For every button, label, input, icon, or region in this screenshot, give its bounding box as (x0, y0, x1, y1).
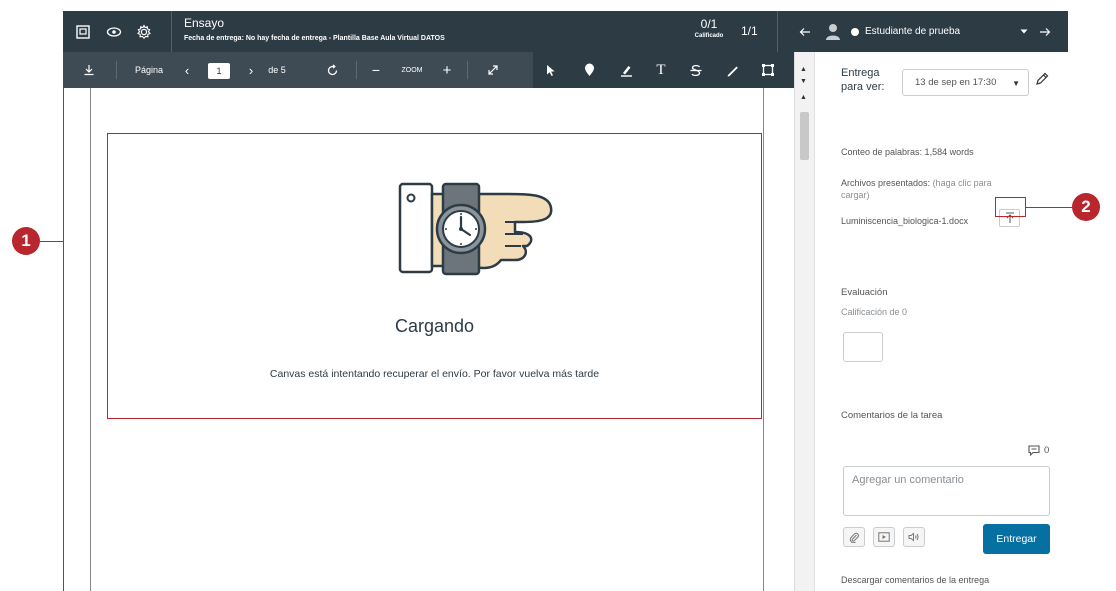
download-comments-link[interactable]: Descargar comentarios de la entrega (841, 575, 989, 585)
submission-label: Entrega para ver: (841, 67, 885, 93)
grading-panel: Entrega para ver: 13 de sep en 17:30 ▼ C… (814, 52, 1068, 591)
arrow-left-icon[interactable] (797, 11, 813, 52)
page-total: de 5 (268, 65, 286, 75)
callout-2-number: 2 (1081, 197, 1091, 216)
page-margin-right (763, 88, 764, 591)
page-label: Página (134, 65, 164, 75)
document-toolbar: Página ‹ 1 › de 5 − ZOOM + T (63, 52, 794, 88)
student-name: Estudiante de prueba (865, 26, 961, 37)
viewer-scrollbar[interactable]: ▲ ▼ ▲ (794, 52, 814, 591)
callout-1-marker: 1 (12, 227, 40, 255)
submitted-file-link[interactable]: Luminiscencia_biologica-1.docx (841, 216, 968, 226)
text-icon[interactable]: T (651, 52, 671, 88)
submitted-files-label: Archivos presentados: (haga clic para ca… (841, 177, 1016, 201)
arrow-right-icon[interactable] (1037, 11, 1053, 52)
comment-bubble-icon (1028, 445, 1040, 456)
user-avatar-icon (823, 11, 843, 52)
score-value: 0/1 (700, 17, 718, 31)
callout-2-highlight (995, 197, 1026, 217)
scroll-up-icon[interactable]: ▲ (800, 66, 807, 73)
page: 1 Ensayo Fecha de entrega: No hay fecha … (0, 0, 1116, 591)
scrollbar-thumb[interactable] (800, 112, 809, 160)
gear-icon[interactable] (133, 11, 155, 52)
evaluation-heading: Evaluación (841, 287, 888, 298)
eye-icon[interactable] (103, 11, 125, 52)
word-count: Conteo de palabras: 1,584 words (841, 147, 974, 157)
graded-score: 0/1 Calificado (689, 17, 729, 39)
scroll-down-icon[interactable]: ▼ (800, 78, 807, 85)
grade-input[interactable] (843, 332, 883, 362)
files-label-text: Archivos presentados: (841, 178, 931, 188)
highlight-icon[interactable] (616, 52, 636, 88)
rotate-icon[interactable] (322, 52, 342, 88)
pointer-icon[interactable] (541, 52, 561, 88)
toolbar-divider (467, 61, 468, 79)
next-page-icon[interactable]: › (244, 52, 258, 88)
scroll-up-small-icon[interactable]: ▲ (800, 94, 807, 101)
student-count: 1/1 (741, 24, 758, 38)
audio-comment-icon[interactable] (903, 527, 925, 547)
zoom-out-icon[interactable]: − (368, 52, 384, 88)
toolbar-divider (116, 61, 117, 79)
score-label: Calificado (694, 33, 724, 39)
page-margin-left (90, 88, 91, 591)
attach-file-icon[interactable] (843, 527, 865, 547)
area-icon[interactable] (758, 52, 778, 88)
speedgrader-window: Ensayo Fecha de entrega: No hay fecha de… (63, 11, 1068, 591)
comment-textarea[interactable]: Agregar un comentario (843, 466, 1050, 516)
student-selector[interactable]: Estudiante de prueba (851, 11, 960, 52)
header-divider (777, 11, 778, 52)
submission-value: 13 de sep en 17:30 (915, 77, 997, 88)
zoom-in-icon[interactable]: + (439, 52, 455, 88)
status-dot (851, 27, 859, 36)
fullscreen-icon[interactable] (483, 52, 503, 88)
viewer-edge (63, 88, 64, 591)
callout-1-number: 1 (21, 231, 31, 250)
page-number-input[interactable]: 1 (208, 63, 230, 79)
point-annotation-icon[interactable] (579, 52, 599, 88)
loading-title: Cargando (394, 316, 475, 336)
media-comment-icon[interactable] (873, 527, 895, 547)
chevron-down-icon: ▼ (1012, 79, 1020, 88)
loading-message: Canvas está intentando recuperar el enví… (269, 368, 600, 380)
comments-heading: Comentarios de la tarea (841, 410, 943, 421)
comment-count: 0 (1028, 445, 1049, 456)
strikeout-icon[interactable] (686, 52, 706, 88)
callout-2-line (1026, 207, 1072, 208)
header-divider (171, 11, 172, 52)
assignment-subtitle: Fecha de entrega: No hay fecha de entreg… (184, 35, 445, 42)
chevron-down-icon[interactable] (1018, 11, 1030, 52)
speedgrader-icon[interactable] (73, 11, 93, 52)
wristwatch-illustration (398, 182, 553, 276)
pencil-icon[interactable] (1035, 72, 1049, 91)
top-header: Ensayo Fecha de entrega: No hay fecha de… (63, 11, 1068, 52)
download-icon[interactable] (79, 52, 99, 88)
toolbar-divider (356, 61, 357, 79)
loading-panel: Cargando Canvas está intentando recupera… (107, 133, 762, 419)
draw-icon[interactable] (722, 52, 742, 88)
zoom-label: ZOOM (401, 66, 423, 74)
callout-2-marker: 2 (1072, 193, 1100, 221)
submit-comment-button[interactable]: Entregar (983, 524, 1050, 554)
assignment-title[interactable]: Ensayo (184, 16, 224, 30)
grade-label: Calificación de 0 (841, 307, 908, 317)
prev-page-icon[interactable]: ‹ (180, 52, 194, 88)
comment-count-value: 0 (1044, 445, 1050, 456)
submission-select[interactable]: 13 de sep en 17:30 ▼ (902, 69, 1029, 96)
